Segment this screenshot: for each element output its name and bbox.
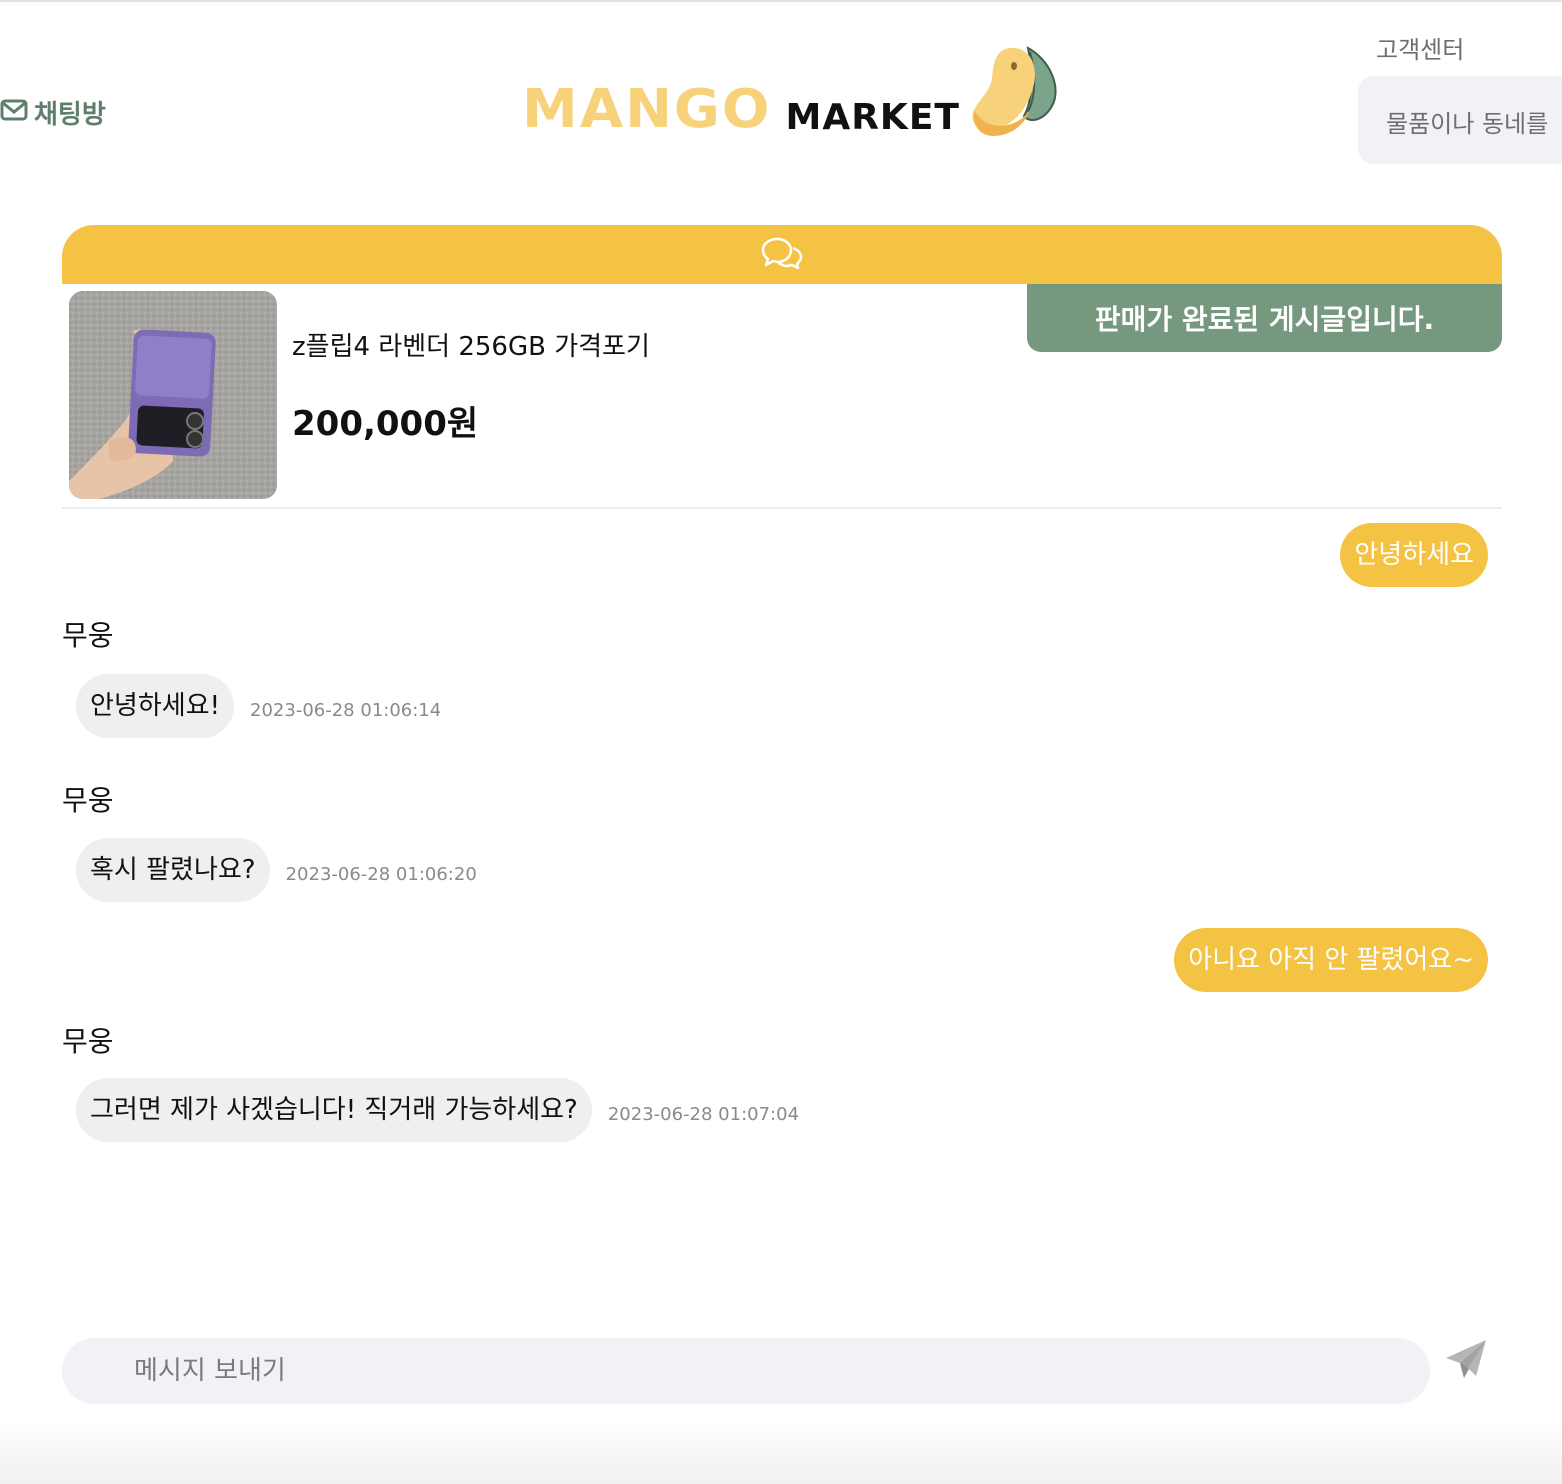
incoming-message: 혹시 팔렸나요?	[76, 838, 270, 902]
customer-center-link[interactable]: 고객센터	[1376, 30, 1464, 65]
product-title: z플립4 라벤더 256GB 가격포기	[292, 332, 650, 362]
search-input[interactable]: 물품이나 동네를	[1358, 76, 1562, 164]
message-sender: 무웅	[62, 619, 114, 652]
mango-market-logo[interactable]: MANGO MARKET	[522, 34, 1062, 144]
paper-plane-icon	[1442, 1340, 1490, 1388]
message-sender: 무웅	[62, 1025, 114, 1058]
chatroom-link-label: 채팅방	[34, 100, 106, 130]
message-input[interactable]	[62, 1338, 1430, 1404]
mango-fruit-icon	[970, 40, 1062, 144]
message-sender: 무웅	[62, 784, 114, 817]
message-timestamp: 2023-06-28 01:06:14	[250, 699, 442, 721]
product-divider	[62, 507, 1502, 509]
outgoing-message: 안녕하세요	[1340, 523, 1488, 587]
logo-word-mango: MANGO	[522, 78, 772, 141]
message-timestamp: 2023-06-28 01:07:04	[607, 1103, 800, 1125]
chatroom-link[interactable]: 채팅방	[0, 94, 106, 131]
send-button[interactable]	[1442, 1336, 1490, 1384]
outgoing-message: 아니요 아직 안 팔렸어요~	[1174, 928, 1488, 992]
product-image[interactable]	[69, 291, 277, 499]
chat-bubbles-icon	[761, 236, 803, 274]
sold-status-banner: 판매가 완료된 게시글입니다.	[1027, 284, 1502, 352]
envelope-icon	[0, 98, 28, 128]
bottom-fade	[0, 1420, 1562, 1484]
incoming-message-row: 그러면 제가 사겠습니다! 직거래 가능하세요? 2023-06-28 01:0…	[76, 1078, 799, 1142]
incoming-message: 안녕하세요!	[76, 674, 235, 738]
incoming-message: 그러면 제가 사겠습니다! 직거래 가능하세요?	[76, 1078, 592, 1142]
top-divider	[0, 0, 1562, 2]
chat-page: 채팅방 MANGO MARKET 고객센터 물품이나 동네를 z플립4 라벤더 …	[0, 0, 1562, 1484]
incoming-message-row: 안녕하세요! 2023-06-28 01:06:14	[76, 674, 441, 738]
product-price: 200,000원	[292, 404, 479, 444]
incoming-message-row: 혹시 팔렸나요? 2023-06-28 01:06:20	[76, 838, 477, 902]
message-timestamp: 2023-06-28 01:06:20	[285, 863, 477, 885]
chat-header-bar	[62, 225, 1502, 284]
logo-word-market: MARKET	[785, 97, 960, 138]
